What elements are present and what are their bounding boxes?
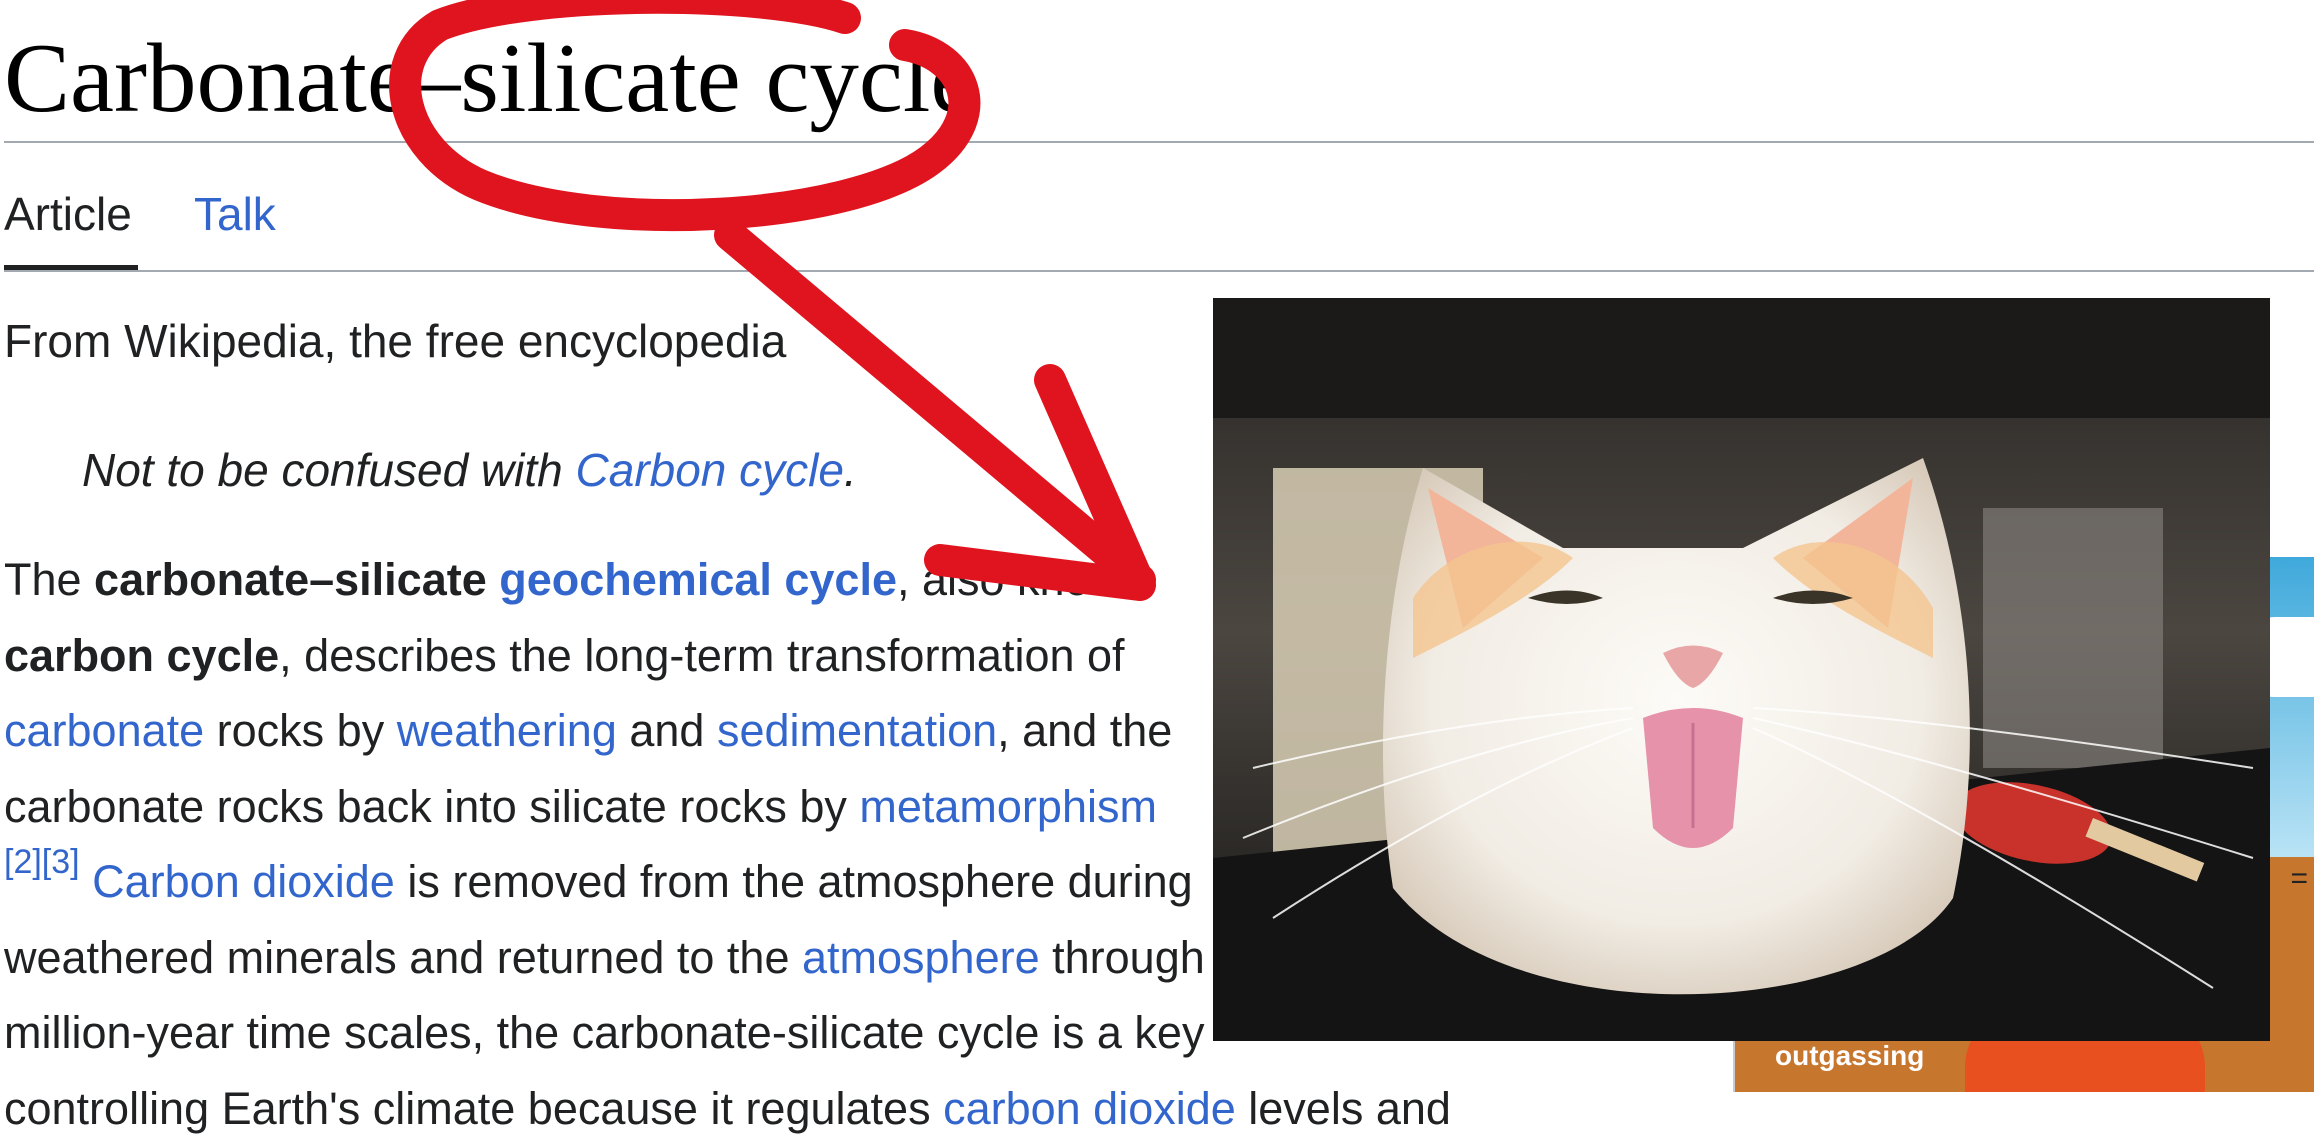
paragraph-line: controlling Earth's climate because it r…: [4, 1071, 1604, 1146]
page-title: Carbonate–silicate cycle: [4, 24, 974, 134]
title-divider: [4, 141, 2314, 143]
link-text: geochemical cycle: [499, 554, 897, 605]
text-run: is removed from the atmosphere during: [395, 856, 1193, 907]
text-run: The: [4, 554, 94, 605]
site-tagline: From Wikipedia, the free encyclopedia: [4, 312, 786, 370]
tabs-divider: [4, 270, 2314, 272]
text-run: , describes the long-term transformation…: [279, 630, 1124, 681]
text-run: , and the: [997, 705, 1172, 756]
text-run: weathered minerals and returned to the: [4, 932, 802, 983]
text-run: million-year time scales, the carbonate-…: [4, 1007, 1204, 1058]
text-run: [487, 554, 500, 605]
link-carbon-dioxide[interactable]: Carbon dioxide: [92, 856, 395, 907]
text-run: and: [617, 705, 717, 756]
diagram-label-outgassing: outgassing: [1775, 1040, 1924, 1072]
tab-article[interactable]: Article: [4, 184, 132, 244]
link-atmosphere[interactable]: atmosphere: [802, 932, 1040, 983]
text-run: controlling Earth's climate because it r…: [4, 1083, 943, 1134]
citation-link[interactable]: [2][3]: [4, 843, 80, 881]
text-run: levels and: [1236, 1083, 1451, 1134]
link-geochemical-cycle[interactable]: geochemical cycle: [499, 554, 897, 605]
hatnote-suffix: .: [844, 444, 857, 496]
text-run: rocks by: [204, 705, 397, 756]
link-weathering[interactable]: weathering: [397, 705, 617, 756]
link-carbon-dioxide-2[interactable]: carbon dioxide: [943, 1083, 1236, 1134]
link-metamorphism[interactable]: metamorphism: [859, 781, 1157, 832]
text-run: through: [1040, 932, 1205, 983]
diagram-equals-sign: =: [2290, 862, 2308, 896]
bold-term: carbon cycle: [4, 630, 279, 681]
bold-term: carbonate–silicate: [94, 554, 487, 605]
text-run: , also known: [897, 554, 1147, 605]
link-carbonate[interactable]: carbonate: [4, 705, 204, 756]
hatnote-prefix: Not to be confused with: [82, 444, 576, 496]
hatnote: Not to be confused with Carbon cycle.: [82, 441, 857, 499]
cat-photo-overlay: [1213, 298, 2270, 1041]
tab-talk[interactable]: Talk: [194, 184, 276, 244]
hatnote-link-carbon-cycle[interactable]: Carbon cycle: [576, 444, 844, 496]
text-run: carbonate rocks back into silicate rocks…: [4, 781, 859, 832]
cat-photo-drawing: [1213, 298, 2270, 1041]
link-sedimentation[interactable]: sedimentation: [717, 705, 997, 756]
